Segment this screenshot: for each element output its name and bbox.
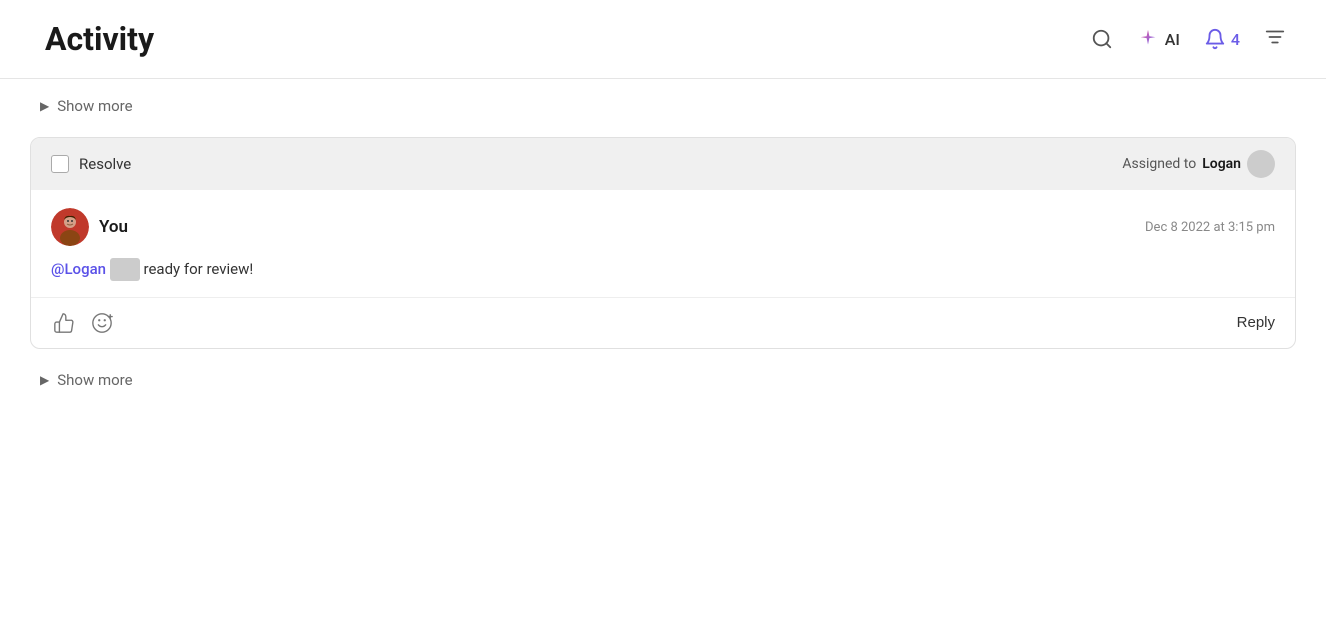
comment-text: @Logan ready for review! xyxy=(51,258,1275,281)
ai-label: AI xyxy=(1165,30,1180,49)
reaction-buttons xyxy=(51,310,115,336)
comment-header: You Dec 8 2022 at 3:15 pm xyxy=(51,208,1275,246)
comment-author: You xyxy=(51,208,128,246)
blurred-name xyxy=(110,258,140,281)
resolve-checkbox[interactable] xyxy=(51,155,69,173)
comment-card: Resolve Assigned to Logan xyxy=(30,137,1296,349)
notification-button[interactable]: 4 xyxy=(1204,28,1240,50)
avatar xyxy=(51,208,89,246)
show-more-bottom-label: Show more xyxy=(57,371,132,389)
notification-count: 4 xyxy=(1231,30,1240,49)
chevron-right-icon: ▶ xyxy=(40,99,49,113)
search-icon[interactable] xyxy=(1091,28,1113,50)
thumbsup-button[interactable] xyxy=(51,310,77,336)
show-more-top-label: Show more xyxy=(57,97,132,115)
assigned-to: Assigned to Logan xyxy=(1122,150,1275,178)
emoji-add-button[interactable] xyxy=(89,310,115,336)
comment-body: You Dec 8 2022 at 3:15 pm @Logan ready f… xyxy=(31,190,1295,298)
mention: @Logan xyxy=(51,260,106,278)
content: ▶ Show more Resolve Assigned to Logan xyxy=(0,79,1326,407)
resolve-left: Resolve xyxy=(51,155,131,173)
assigned-name: Logan xyxy=(1202,156,1241,172)
show-more-bottom[interactable]: ▶ Show more xyxy=(30,353,1296,407)
comment-timestamp: Dec 8 2022 at 3:15 pm xyxy=(1145,220,1275,235)
comment-message: ready for review! xyxy=(144,260,254,278)
filter-icon[interactable] xyxy=(1264,26,1286,53)
resolve-bar: Resolve Assigned to Logan xyxy=(31,138,1295,190)
assigned-label: Assigned to xyxy=(1122,156,1196,172)
header: Activity AI xyxy=(0,0,1326,79)
assigned-avatar xyxy=(1247,150,1275,178)
author-name: You xyxy=(99,217,128,237)
comment-actions: Reply xyxy=(31,298,1295,348)
reply-button[interactable]: Reply xyxy=(1237,314,1275,331)
chevron-right-icon-bottom: ▶ xyxy=(40,373,49,387)
ai-button[interactable]: AI xyxy=(1137,28,1180,50)
page-title: Activity xyxy=(45,20,154,58)
resolve-label[interactable]: Resolve xyxy=(79,155,131,173)
header-actions: AI 4 xyxy=(1091,26,1286,53)
show-more-top[interactable]: ▶ Show more xyxy=(30,79,1296,133)
